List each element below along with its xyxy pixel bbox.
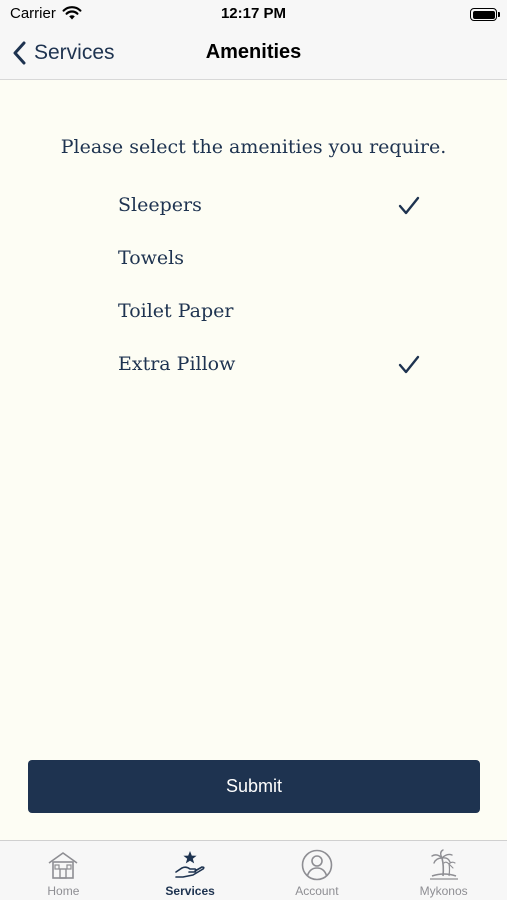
submit-button[interactable]: Submit [28,760,480,813]
amenity-row-towels[interactable]: Towels [0,233,507,286]
amenity-row-toilet-paper[interactable]: Toilet Paper [0,286,507,339]
amenity-label: Toilet Paper [118,300,234,322]
tab-label: Home [47,884,80,898]
page-title: Amenities [205,41,302,63]
amenity-label: Extra Pillow [118,353,236,375]
tab-home[interactable]: Home [0,841,127,900]
amenity-list: Sleepers Towels Toilet Paper Extra Pillo… [0,180,507,392]
palm-island-icon [429,849,458,880]
amenity-row-sleepers[interactable]: Sleepers [0,180,507,233]
tab-mykonos[interactable]: Mykonos [380,841,507,900]
checkmark-icon [398,196,420,215]
screen: Carrier 12:17 PM Services Amenities Plea… [0,0,507,900]
amenity-label: Sleepers [118,194,202,216]
tab-account[interactable]: Account [254,841,381,900]
tab-services[interactable]: Services [127,841,254,900]
navigation-bar: Services Amenities [0,28,507,80]
battery-icon [470,8,500,21]
amenity-row-extra-pillow[interactable]: Extra Pillow [0,339,507,392]
status-bar: Carrier 12:17 PM [0,0,507,28]
tab-label: Mykonos [419,884,468,898]
tab-label: Account [295,884,339,898]
hand-star-icon [175,851,205,878]
tab-bar: Home Services Account Mykonos [0,840,507,900]
house-icon [48,852,78,879]
checkmark-icon [398,355,420,374]
tab-label: Services [165,884,215,898]
status-time: 12:17 PM [220,5,287,22]
amenity-label: Towels [118,247,184,269]
person-circle-icon [301,849,333,881]
instruction-text: Please select the amenities you require. [60,136,447,158]
